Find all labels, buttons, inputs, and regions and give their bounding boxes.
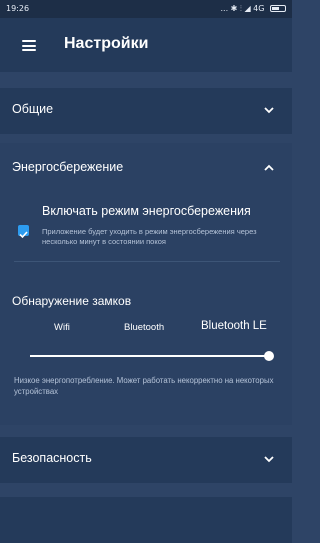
chevron-down-icon xyxy=(264,456,274,463)
status-time: 19:26 xyxy=(6,4,30,13)
mode-bluetooth-le[interactable]: Bluetooth LE xyxy=(201,320,267,332)
power-saving-title: Включать режим энергосбережения xyxy=(42,204,251,218)
slider-thumb[interactable] xyxy=(264,351,274,361)
status-bar: 19:26 ... ✱ ⫶ ◢ 4G xyxy=(0,0,292,18)
section-power-saving-label: Энергосбережение xyxy=(12,160,124,174)
status-icons-text: ... ✱ ⫶ ◢ 4G xyxy=(220,4,265,13)
status-icons: ... ✱ ⫶ ◢ 4G xyxy=(220,0,286,18)
slider-track xyxy=(30,355,270,357)
section-power-saving[interactable]: Энергосбережение xyxy=(0,146,292,192)
mode-wifi[interactable]: Wifi xyxy=(54,322,70,333)
section-general[interactable]: Общие xyxy=(0,88,292,134)
section-security[interactable]: Безопасность xyxy=(0,437,292,483)
page-title: Настройки xyxy=(64,35,149,52)
lock-detection-slider[interactable] xyxy=(30,350,274,362)
mode-bluetooth[interactable]: Bluetooth xyxy=(124,322,164,333)
hamburger-menu-icon[interactable] xyxy=(22,40,36,51)
power-saving-checkbox[interactable] xyxy=(18,225,29,239)
section-general-label: Общие xyxy=(12,102,54,116)
battery-icon xyxy=(270,5,286,12)
section-security-label: Безопасность xyxy=(12,451,92,465)
chevron-up-icon xyxy=(264,164,274,171)
chevron-down-icon xyxy=(264,107,274,114)
section-next[interactable] xyxy=(0,497,292,543)
power-saving-description: Приложение будет уходить в режим энергос… xyxy=(42,227,257,246)
checkmark-icon xyxy=(19,231,28,239)
lock-detection-note: Низкое энергопотребление. Может работать… xyxy=(14,376,274,396)
lock-detection-title: Обнаружение замков xyxy=(12,294,132,308)
app-bar: Настройки xyxy=(0,18,292,72)
divider xyxy=(14,261,280,262)
